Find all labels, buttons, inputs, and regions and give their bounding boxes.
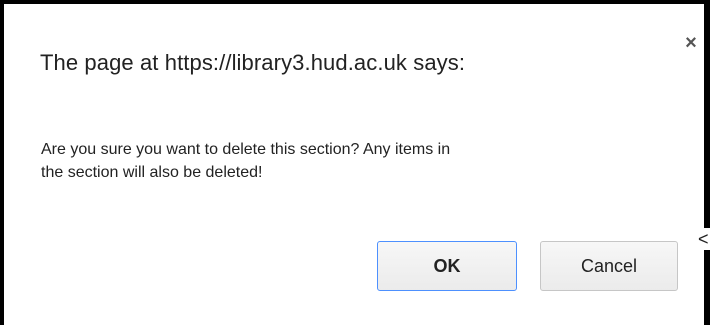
dialog-message: Are you sure you want to delete this sec… bbox=[41, 138, 681, 184]
close-icon[interactable]: × bbox=[682, 33, 700, 53]
annotation-arrow-icon: < bbox=[698, 228, 710, 250]
dialog-message-line-1: Are you sure you want to delete this sec… bbox=[41, 141, 451, 158]
confirm-dialog: The page at https://library3.hud.ac.uk s… bbox=[4, 4, 704, 325]
dialog-message-line-2: the section will also be deleted! bbox=[41, 164, 263, 181]
dialog-title: The page at https://library3.hud.ac.uk s… bbox=[40, 50, 466, 75]
cancel-button[interactable]: Cancel bbox=[540, 241, 678, 291]
ok-button[interactable]: OK bbox=[377, 241, 517, 291]
screenshot-frame: The page at https://library3.hud.ac.uk s… bbox=[0, 0, 710, 325]
